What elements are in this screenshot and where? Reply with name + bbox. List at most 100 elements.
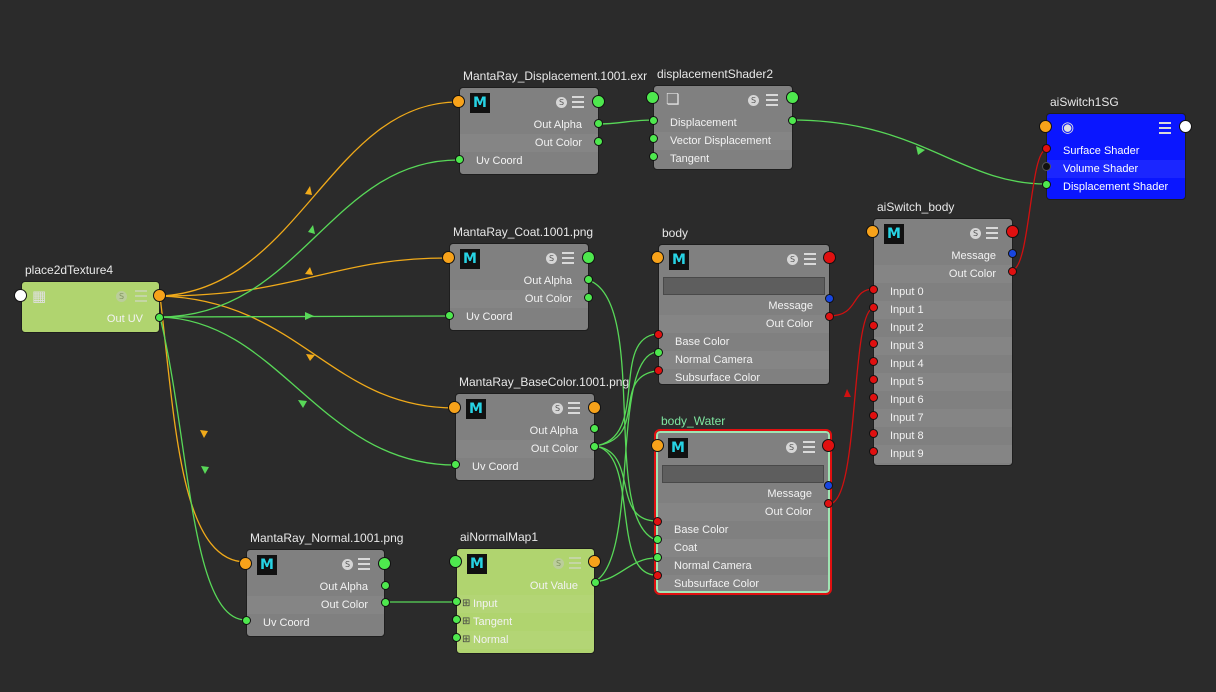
attribute-menu-icon[interactable]: [358, 558, 370, 570]
disp-out-color-port[interactable]: [594, 137, 603, 146]
coat-out-color-port[interactable]: [584, 293, 593, 302]
water-in-port[interactable]: [651, 439, 664, 452]
swatch-icon[interactable]: S: [787, 254, 798, 265]
node-editor-canvas[interactable]: place2dTexture4 ▦ S Out UV MantaRay_Disp…: [0, 0, 1216, 692]
coat-tex-node[interactable]: M S Out Alpha Out Color Uv Coord: [449, 243, 589, 331]
attribute-menu-icon[interactable]: [804, 253, 816, 265]
swatch-icon[interactable]: S: [556, 97, 567, 108]
swatch-icon[interactable]: S: [553, 558, 564, 569]
swatch-icon[interactable]: S: [116, 291, 127, 302]
sg-in-port[interactable]: [1039, 120, 1052, 133]
ainormal-input-port[interactable]: [452, 597, 461, 606]
disp-shader-node[interactable]: ❏ S Displacement Vector Displacement Tan…: [653, 85, 793, 170]
base-uv-coord-port[interactable]: [451, 460, 460, 469]
base-out-alpha-port[interactable]: [590, 424, 599, 433]
normal-uv-coord-port[interactable]: [242, 616, 251, 625]
swatch-icon[interactable]: S: [342, 559, 353, 570]
normal-tex-in-port[interactable]: [239, 557, 252, 570]
place2d-out-uv-port[interactable]: [155, 313, 164, 322]
coat-uv-coord-port[interactable]: [445, 311, 454, 320]
place2d-message-port[interactable]: [14, 289, 27, 302]
body-water-node[interactable]: M S Message Out Color Base Color Coat No…: [654, 429, 832, 595]
attribute-menu-icon[interactable]: [568, 402, 580, 414]
swatch-icon[interactable]: S: [786, 442, 797, 453]
body-subsurface-port[interactable]: [654, 366, 663, 375]
water-out-port[interactable]: [822, 439, 835, 452]
body-normal-camera-port[interactable]: [654, 348, 663, 357]
disp-tex-in-port[interactable]: [452, 95, 465, 108]
swatch-icon[interactable]: S: [970, 228, 981, 239]
attribute-menu-icon[interactable]: [1159, 122, 1171, 134]
sg-out-port[interactable]: [1179, 120, 1192, 133]
normal-out-color-port[interactable]: [381, 598, 390, 607]
normal-tex-node[interactable]: M S Out Alpha Out Color Uv Coord: [246, 549, 385, 637]
disp-out-alpha-port[interactable]: [594, 119, 603, 128]
body-in-port[interactable]: [651, 251, 664, 264]
ainormal-tangent-port[interactable]: [452, 615, 461, 624]
base-tex-in-port[interactable]: [448, 401, 461, 414]
disp-shader-displacement-port[interactable]: [649, 116, 658, 125]
switch-input-0-port[interactable]: [869, 285, 878, 294]
disp-tex-out-port[interactable]: [592, 95, 605, 108]
coat-tex-out-port[interactable]: [582, 251, 595, 264]
base-tex-out-port[interactable]: [588, 401, 601, 414]
base-out-color-port[interactable]: [590, 442, 599, 451]
aiswitch-sg-node[interactable]: ◉ Surface Shader Volume Shader Displacem…: [1046, 113, 1186, 200]
coat-tex-in-port[interactable]: [442, 251, 455, 264]
switch-message-port[interactable]: [1008, 249, 1017, 258]
switch-out-port[interactable]: [1006, 225, 1019, 238]
water-normal-camera-port[interactable]: [653, 553, 662, 562]
coat-out-alpha-port[interactable]: [584, 275, 593, 284]
ainormal-out-value-port[interactable]: [591, 578, 600, 587]
body-base-color-port[interactable]: [654, 330, 663, 339]
normal-tex-out-port[interactable]: [378, 557, 391, 570]
place2d-out-port[interactable]: [153, 289, 166, 302]
switch-input-2-port[interactable]: [869, 321, 878, 330]
attribute-menu-icon[interactable]: [803, 441, 815, 453]
attribute-menu-icon[interactable]: [135, 290, 147, 302]
sg-surface-port[interactable]: [1042, 144, 1051, 153]
disp-shader-tangent-port[interactable]: [649, 152, 658, 161]
disp-tex-node[interactable]: M S Out Alpha Out Color Uv Coord: [459, 87, 599, 175]
ainormal-in-port[interactable]: [449, 555, 462, 568]
switch-input-4-port[interactable]: [869, 357, 878, 366]
disp-shader-out-port[interactable]: [786, 91, 799, 104]
body-out-color-port[interactable]: [825, 312, 834, 321]
place2d-node[interactable]: ▦ S Out UV: [21, 281, 160, 333]
ainormal-node[interactable]: M S Out Value Input Tangent Normal: [456, 548, 595, 654]
attribute-menu-icon[interactable]: [562, 252, 574, 264]
swatch-icon[interactable]: S: [546, 253, 557, 264]
base-tex-node[interactable]: M S Out Alpha Out Color Uv Coord: [455, 393, 595, 481]
attribute-menu-icon[interactable]: [766, 94, 778, 106]
water-subsurface-port[interactable]: [653, 571, 662, 580]
switch-input-3-port[interactable]: [869, 339, 878, 348]
body-out-port[interactable]: [823, 251, 836, 264]
switch-input-7-port[interactable]: [869, 411, 878, 420]
switch-input-8-port[interactable]: [869, 429, 878, 438]
switch-input-1-port[interactable]: [869, 303, 878, 312]
switch-in-port[interactable]: [866, 225, 879, 238]
switch-out-color-port[interactable]: [1008, 267, 1017, 276]
water-base-color-port[interactable]: [653, 517, 662, 526]
aiswitch-body-node[interactable]: M S Message Out Color Input 0 Input 1 In…: [873, 218, 1013, 466]
sg-displacement-port[interactable]: [1042, 180, 1051, 189]
switch-input-9-port[interactable]: [869, 447, 878, 456]
disp-shader-vector-port[interactable]: [649, 134, 658, 143]
body-message-port[interactable]: [825, 294, 834, 303]
swatch-icon[interactable]: S: [552, 403, 563, 414]
body-node[interactable]: M S Message Out Color Base Color Normal …: [658, 244, 830, 385]
water-message-port[interactable]: [824, 481, 833, 490]
disp-shader-in-port[interactable]: [646, 91, 659, 104]
disp-uv-coord-port[interactable]: [455, 155, 464, 164]
attribute-menu-icon[interactable]: [986, 227, 998, 239]
switch-input-6-port[interactable]: [869, 393, 878, 402]
water-out-color-port[interactable]: [824, 499, 833, 508]
sg-volume-port[interactable]: [1042, 162, 1051, 171]
attribute-menu-icon[interactable]: [572, 96, 584, 108]
normal-out-alpha-port[interactable]: [381, 581, 390, 590]
switch-input-5-port[interactable]: [869, 375, 878, 384]
water-coat-port[interactable]: [653, 535, 662, 544]
disp-shader-out-displacement-port[interactable]: [788, 116, 797, 125]
attribute-menu-icon[interactable]: [569, 557, 581, 569]
ainormal-normal-port[interactable]: [452, 633, 461, 642]
